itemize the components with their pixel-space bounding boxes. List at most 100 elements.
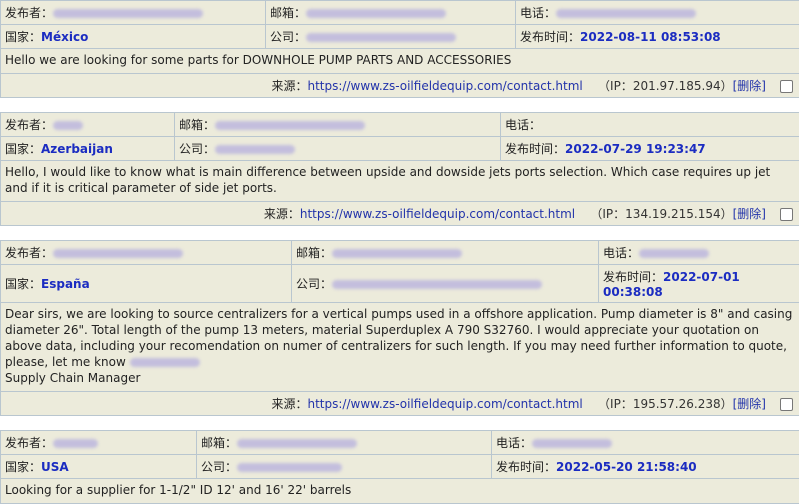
source-label: 来源： bbox=[271, 397, 307, 411]
country-label: 国家： bbox=[5, 277, 41, 291]
message-text: Looking for a supplier for 1-1/2" ID 12'… bbox=[5, 483, 351, 497]
publisher-label: 发布者： bbox=[5, 118, 53, 132]
email-label: 邮箱： bbox=[296, 246, 332, 260]
redacted-email bbox=[237, 439, 357, 448]
email-label: 邮箱： bbox=[179, 118, 215, 132]
email-label: 邮箱： bbox=[201, 436, 237, 450]
company-label: 公司： bbox=[179, 142, 215, 156]
message-card: 发布者： 邮箱： 电话： 国家：USA 公司： 发布时间：2022-05-20 … bbox=[0, 430, 799, 504]
email-label: 邮箱： bbox=[270, 6, 306, 20]
phone-cell: 电话： bbox=[516, 1, 799, 25]
message-content: Dear sirs, we are looking to source cent… bbox=[1, 303, 799, 392]
ip-close: ） bbox=[721, 207, 733, 221]
company-label: 公司： bbox=[201, 460, 237, 474]
phone-cell: 电话： bbox=[599, 241, 799, 265]
company-label: 公司： bbox=[270, 30, 306, 44]
ip-value: 201.97.185.94 bbox=[633, 79, 721, 93]
time-value: 2022-08-11 08:53:08 bbox=[580, 30, 721, 44]
message-card: 发布者： 邮箱： 电话： 国家：Azerbaijan 公司： 发布时间：2022… bbox=[0, 112, 799, 226]
redacted-phone bbox=[639, 249, 709, 258]
time-cell: 发布时间：2022-08-11 08:53:08 bbox=[516, 25, 799, 49]
country-cell: 国家：España bbox=[1, 265, 292, 303]
message-content: Looking for a supplier for 1-1/2" ID 12'… bbox=[1, 479, 799, 504]
email-cell: 邮箱： bbox=[175, 113, 501, 137]
message-card: 发布者： 邮箱： 电话： 国家：España 公司： 发布时间：2022-07-… bbox=[0, 240, 799, 416]
message-card: 发布者： 邮箱： 电话： 国家：México 公司： 发布时间：2022-08-… bbox=[0, 0, 799, 98]
redacted-phone bbox=[556, 9, 696, 18]
phone-cell: 电话： bbox=[501, 113, 799, 137]
select-checkbox[interactable] bbox=[780, 398, 793, 411]
message-table: 发布者： 邮箱： 电话： 国家：México 公司： 发布时间：2022-08-… bbox=[0, 0, 799, 98]
company-cell: 公司： bbox=[266, 25, 516, 49]
source-label: 来源： bbox=[271, 79, 307, 93]
ip-open: （IP： bbox=[598, 397, 633, 411]
message-content: Hello we are looking for some parts for … bbox=[1, 49, 799, 74]
redacted-company bbox=[332, 280, 542, 289]
ip-open: （IP： bbox=[598, 79, 633, 93]
select-checkbox[interactable] bbox=[780, 80, 793, 93]
time-value: 2022-07-29 19:23:47 bbox=[565, 142, 706, 156]
time-label: 发布时间： bbox=[520, 30, 580, 44]
country-value: USA bbox=[41, 460, 69, 474]
publisher-cell: 发布者： bbox=[1, 431, 197, 455]
ip-value: 195.57.26.238 bbox=[633, 397, 721, 411]
ip-value: 134.19.215.154 bbox=[625, 207, 720, 221]
message-text: Dear sirs, we are looking to source cent… bbox=[5, 307, 792, 369]
email-cell: 邮箱： bbox=[197, 431, 492, 455]
time-cell: 发布时间：2022-07-29 19:23:47 bbox=[501, 137, 799, 161]
redacted-email bbox=[215, 121, 365, 130]
redacted-publisher bbox=[53, 9, 203, 18]
redacted-publisher bbox=[53, 439, 98, 448]
time-label: 发布时间： bbox=[496, 460, 556, 474]
ip-open: （IP： bbox=[590, 207, 625, 221]
time-value: 2022-05-20 21:58:40 bbox=[556, 460, 697, 474]
delete-link[interactable]: [删除] bbox=[733, 397, 766, 411]
message-text: Hello, I would like to know what is main… bbox=[5, 165, 770, 195]
company-label: 公司： bbox=[296, 277, 332, 291]
phone-label: 电话： bbox=[496, 436, 532, 450]
company-cell: 公司： bbox=[292, 265, 599, 303]
phone-label: 电话： bbox=[603, 246, 639, 260]
message-table: 发布者： 邮箱： 电话： 国家：USA 公司： 发布时间：2022-05-20 … bbox=[0, 430, 799, 504]
ip-close: ） bbox=[721, 79, 733, 93]
country-value: España bbox=[41, 277, 90, 291]
publisher-label: 发布者： bbox=[5, 246, 53, 260]
phone-label: 电话： bbox=[505, 118, 541, 132]
publisher-cell: 发布者： bbox=[1, 113, 175, 137]
redacted-publisher bbox=[53, 249, 183, 258]
email-cell: 邮箱： bbox=[266, 1, 516, 25]
redacted-company bbox=[306, 33, 456, 42]
time-cell: 发布时间：2022-07-01 00:38:08 bbox=[599, 265, 799, 303]
publisher-cell: 发布者： bbox=[1, 241, 292, 265]
message-footer: 来源：https://www.zs-oilfieldequip.com/cont… bbox=[1, 202, 799, 226]
redacted-company bbox=[215, 145, 295, 154]
delete-link[interactable]: [删除] bbox=[733, 207, 766, 221]
country-cell: 国家：México bbox=[1, 25, 266, 49]
source-link[interactable]: https://www.zs-oilfieldequip.com/contact… bbox=[307, 79, 582, 93]
message-table: 发布者： 邮箱： 电话： 国家：España 公司： 发布时间：2022-07-… bbox=[0, 240, 799, 416]
message-footer: 来源：https://www.zs-oilfieldequip.com/cont… bbox=[1, 74, 799, 98]
redacted-publisher bbox=[53, 121, 83, 130]
publisher-cell: 发布者： bbox=[1, 1, 266, 25]
country-cell: 国家：USA bbox=[1, 455, 197, 479]
phone-cell: 电话： bbox=[492, 431, 799, 455]
message-signature: Supply Chain Manager bbox=[5, 371, 140, 385]
publisher-label: 发布者： bbox=[5, 6, 53, 20]
country-value: México bbox=[41, 30, 88, 44]
redacted-email bbox=[332, 249, 462, 258]
select-checkbox[interactable] bbox=[780, 208, 793, 221]
time-cell: 发布时间：2022-05-20 21:58:40 bbox=[492, 455, 799, 479]
redacted-email bbox=[306, 9, 446, 18]
country-value: Azerbaijan bbox=[41, 142, 113, 156]
time-label: 发布时间： bbox=[603, 270, 663, 284]
country-label: 国家： bbox=[5, 142, 41, 156]
delete-link[interactable]: [删除] bbox=[733, 79, 766, 93]
publisher-label: 发布者： bbox=[5, 436, 53, 450]
country-label: 国家： bbox=[5, 460, 41, 474]
ip-close: ） bbox=[721, 397, 733, 411]
email-cell: 邮箱： bbox=[292, 241, 599, 265]
message-content: Hello, I would like to know what is main… bbox=[1, 161, 799, 202]
source-link[interactable]: https://www.zs-oilfieldequip.com/contact… bbox=[300, 207, 575, 221]
source-link[interactable]: https://www.zs-oilfieldequip.com/contact… bbox=[307, 397, 582, 411]
phone-label: 电话： bbox=[520, 6, 556, 20]
